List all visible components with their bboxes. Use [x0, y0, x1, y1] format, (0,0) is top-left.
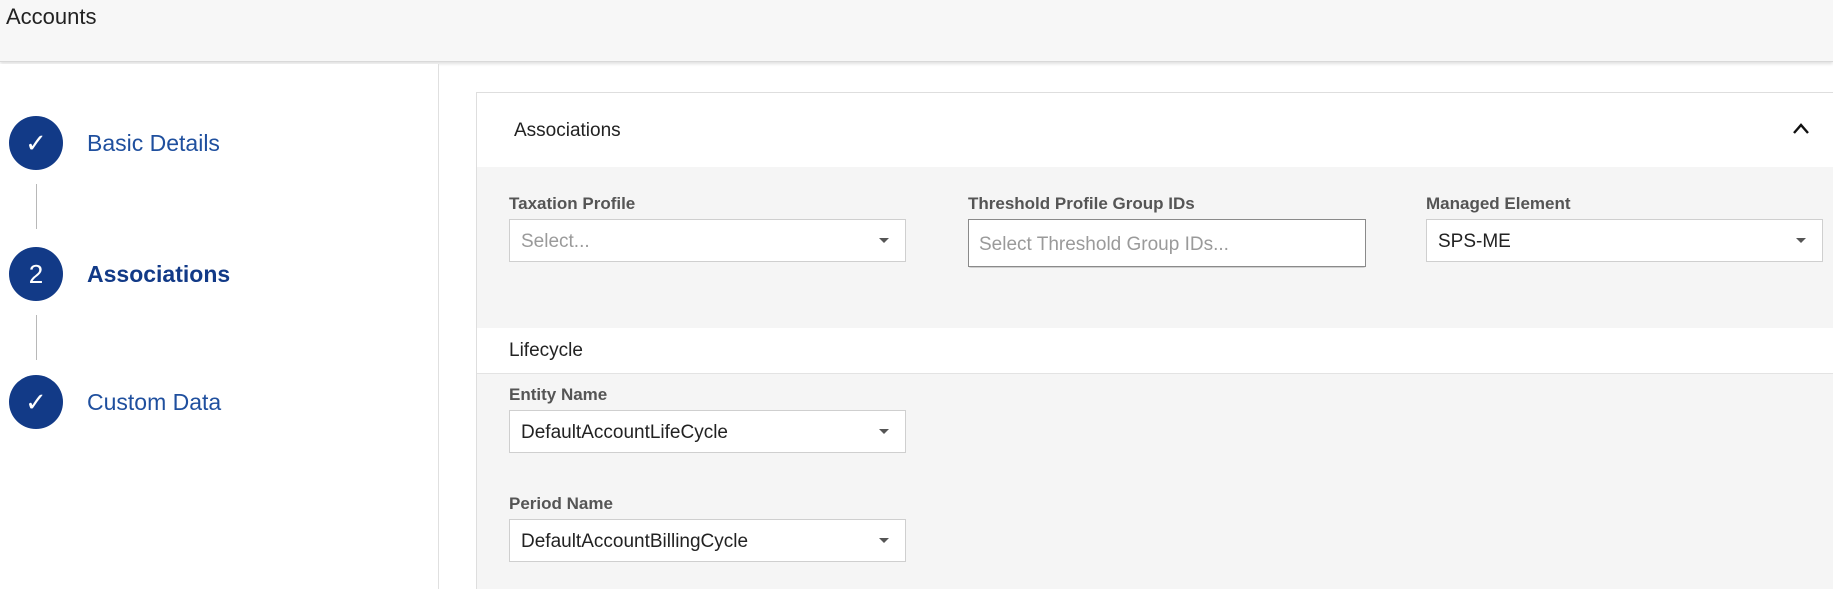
section-title: Lifecycle — [509, 340, 583, 361]
threshold-groups-input[interactable] — [977, 233, 1347, 257]
managed-element-field: Managed Element SPS-ME — [1426, 194, 1823, 262]
select-value: DefaultAccountBillingCycle — [521, 531, 749, 552]
section-title: Associations — [514, 120, 621, 141]
threshold-groups-field: Threshold Profile Group IDs — [968, 194, 1366, 268]
step-label: Custom Data — [87, 388, 222, 415]
step-custom-data[interactable]: ✓ Custom Data — [9, 375, 221, 429]
managed-element-select[interactable]: SPS-ME — [1426, 219, 1823, 262]
step-connector — [36, 315, 37, 360]
app-header: Accounts — [0, 0, 1833, 62]
lifecycle-header: Lifecycle — [477, 328, 1833, 374]
taxation-profile-select[interactable]: Select... — [509, 219, 906, 262]
step-associations[interactable]: 2 Associations — [9, 247, 230, 301]
check-icon: ✓ — [9, 375, 63, 429]
step-number-badge: 2 — [9, 247, 63, 301]
taxation-profile-field: Taxation Profile Select... — [509, 194, 906, 262]
step-connector — [36, 184, 37, 229]
check-icon: ✓ — [9, 116, 63, 170]
caret-down-icon — [879, 538, 889, 543]
entity-name-select[interactable]: DefaultAccountLifeCycle — [509, 410, 906, 453]
field-label: Period Name — [509, 494, 613, 513]
select-value: DefaultAccountLifeCycle — [521, 422, 728, 443]
field-label: Entity Name — [509, 385, 608, 404]
wizard-stepper: ✓ Basic Details 2 Associations ✓ Custom … — [0, 64, 439, 589]
caret-down-icon — [879, 238, 889, 243]
threshold-groups-multiselect[interactable] — [968, 219, 1366, 268]
entity-name-field: Entity Name DefaultAccountLifeCycle — [509, 385, 906, 453]
step-basic-details[interactable]: ✓ Basic Details — [9, 116, 220, 170]
field-label: Managed Element — [1426, 194, 1571, 213]
caret-down-icon — [879, 429, 889, 434]
associations-panel: Associations Taxation Profile Select... … — [476, 92, 1833, 589]
threshold-groups-input-box[interactable] — [968, 219, 1366, 267]
field-label: Threshold Profile Group IDs — [968, 194, 1195, 213]
page-title: Accounts — [6, 4, 97, 29]
caret-down-icon — [1796, 238, 1806, 243]
select-value: SPS-ME — [1438, 231, 1511, 252]
period-name-select[interactable]: DefaultAccountBillingCycle — [509, 519, 906, 562]
select-placeholder: Select... — [521, 231, 590, 252]
period-name-field: Period Name DefaultAccountBillingCycle — [509, 494, 906, 562]
associations-header[interactable]: Associations — [477, 93, 1833, 167]
chevron-up-icon[interactable] — [1791, 121, 1811, 137]
field-label: Taxation Profile — [509, 194, 636, 213]
step-label: Associations — [87, 260, 231, 287]
step-label: Basic Details — [87, 129, 220, 156]
